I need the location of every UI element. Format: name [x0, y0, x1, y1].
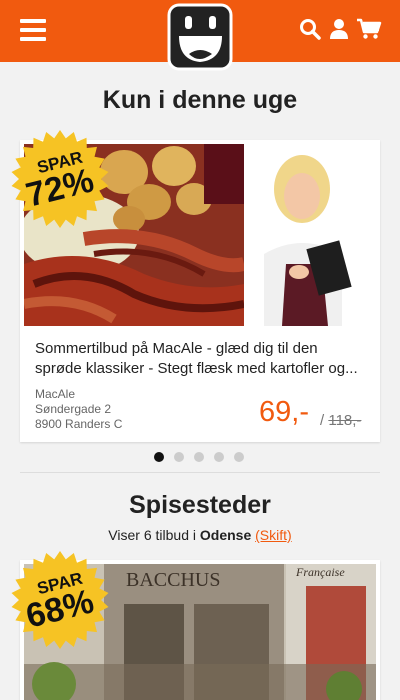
restaurant-sign-text: BACCHUS	[126, 569, 220, 591]
old-price-value: 118,-	[328, 412, 362, 429]
merchant-street: Søndergade 2	[35, 402, 112, 416]
cart-icon[interactable]	[356, 18, 382, 45]
deal-description: Sommertilbud på MacAle - glæd dig til de…	[35, 339, 370, 379]
hamburger-menu-icon[interactable]	[20, 19, 46, 41]
restaurants-section-title: Spisesteder	[129, 491, 271, 519]
deal-price: 69,-	[259, 396, 309, 428]
deal-description-line2: sprøde klassiker - Stegt flæsk med karto…	[35, 360, 358, 377]
merchant-info: MacAle Søndergade 2 8900 Randers C	[35, 387, 122, 432]
change-city-link[interactable]: (Skift)	[255, 527, 292, 543]
carousel-dot-2[interactable]	[174, 452, 184, 462]
user-icon[interactable]	[329, 18, 349, 45]
offers-city: Odense	[199, 527, 252, 543]
discount-badge: SPAR 72%	[10, 129, 110, 229]
offers-count-text: Viser 6 tilbud i	[108, 527, 200, 543]
search-icon[interactable]	[299, 18, 321, 45]
carousel-dot-3[interactable]	[194, 452, 204, 462]
merchant-name: MacAle	[35, 387, 76, 401]
merchant-city: 8900 Randers C	[35, 417, 123, 431]
offers-count-line: Viser 6 tilbud i Odense (Skift)	[0, 527, 400, 543]
discount-badge-2: SPAR 68%	[10, 550, 110, 650]
restaurant-sign-text-2: Française	[295, 565, 345, 579]
carousel-dot-4[interactable]	[214, 452, 224, 462]
smiley-logo-icon[interactable]	[165, 2, 235, 74]
top-header	[0, 0, 400, 71]
deal-description-line1: Sommertilbud på MacAle - glæd dig til de…	[35, 340, 318, 357]
carousel-dot-5[interactable]	[234, 452, 244, 462]
carousel-dot-1[interactable]	[154, 452, 164, 462]
deal-old-price: / 118,-	[320, 412, 361, 429]
section-divider	[20, 472, 380, 473]
old-price-separator: /	[320, 412, 325, 429]
featured-section-title: Kun i denne uge	[102, 86, 298, 114]
